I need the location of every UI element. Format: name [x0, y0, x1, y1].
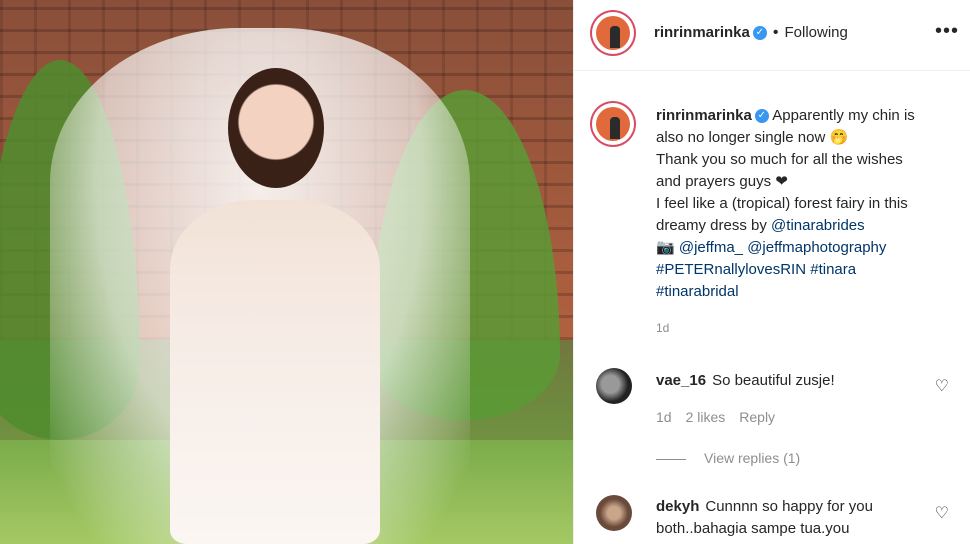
post-photo[interactable]	[0, 0, 573, 544]
caption-line: Thank you so much for all the wishes	[656, 151, 903, 168]
post-side-panel: rinrinmarinka ✓ • Following ••• rinrinmarin…	[573, 0, 970, 544]
caption-line: also no longer single now 🤭	[656, 129, 849, 146]
caption-line: Apparently my chin is	[772, 107, 915, 124]
header-username[interactable]: rinrinmarinka	[654, 24, 750, 41]
hashtag-tinara[interactable]: #tinara	[810, 261, 856, 278]
header-author: rinrinmarinka ✓ • Following	[654, 24, 848, 42]
caption-timestamp[interactable]: 1d	[656, 317, 956, 339]
comment-time[interactable]: 1d	[656, 409, 672, 425]
header-separator: •	[772, 24, 779, 41]
reply-button[interactable]: Reply	[739, 409, 775, 425]
post-header: rinrinmarinka ✓ • Following •••	[574, 0, 970, 71]
bride-head	[228, 68, 324, 188]
hashtag-tinarabridal[interactable]: #tinarabridal	[656, 283, 739, 300]
comment-meta: 1d 2 likes Reply	[656, 409, 789, 425]
comment-username[interactable]: vae_16	[656, 372, 706, 389]
author-avatar[interactable]	[592, 12, 634, 54]
post-caption: rinrinmarinka ✓ Apparently my chin is als…	[656, 105, 956, 339]
more-options-icon[interactable]: •••	[935, 21, 959, 41]
comment-item: dekyh Cunnnn so happy for you both..bahag…	[656, 496, 926, 540]
comment-avatar[interactable]	[596, 495, 632, 531]
hashtag-peternallylovesrin[interactable]: #PETERnallylovesRIN	[656, 261, 806, 278]
comment-text: So beautiful zusje!	[712, 372, 835, 389]
caption-line: dreamy dress by	[656, 217, 767, 234]
verified-badge-icon: ✓	[752, 25, 767, 40]
mention-jeffmaphotography[interactable]: @jeffmaphotography	[747, 239, 886, 256]
caption-line: and prayers guys ❤	[656, 173, 788, 190]
comment-username[interactable]: dekyh	[656, 498, 699, 515]
view-replies-label: View replies (1)	[704, 450, 801, 466]
mention-tinarabrides[interactable]: @tinarabrides	[771, 217, 865, 234]
verified-badge-icon: ✓	[754, 109, 769, 124]
caption-avatar[interactable]	[592, 103, 634, 145]
divider	[656, 458, 686, 460]
camera-icon: 📷	[656, 239, 675, 256]
comment-avatar[interactable]	[596, 368, 632, 404]
like-comment-icon[interactable]: ♡	[935, 503, 949, 523]
comment-item: vae_16 So beautiful zusje!	[656, 370, 926, 392]
caption-line: I feel like a (tropical) forest fairy in…	[656, 195, 908, 212]
following-button[interactable]: Following	[784, 24, 847, 41]
comment-likes[interactable]: 2 likes	[686, 409, 726, 425]
wedding-dress	[170, 200, 380, 544]
like-comment-icon[interactable]: ♡	[935, 376, 949, 396]
caption-username[interactable]: rinrinmarinka	[656, 107, 752, 124]
mention-jeffma[interactable]: @jeffma_	[679, 239, 743, 256]
view-replies-button[interactable]: View replies (1)	[656, 450, 800, 466]
